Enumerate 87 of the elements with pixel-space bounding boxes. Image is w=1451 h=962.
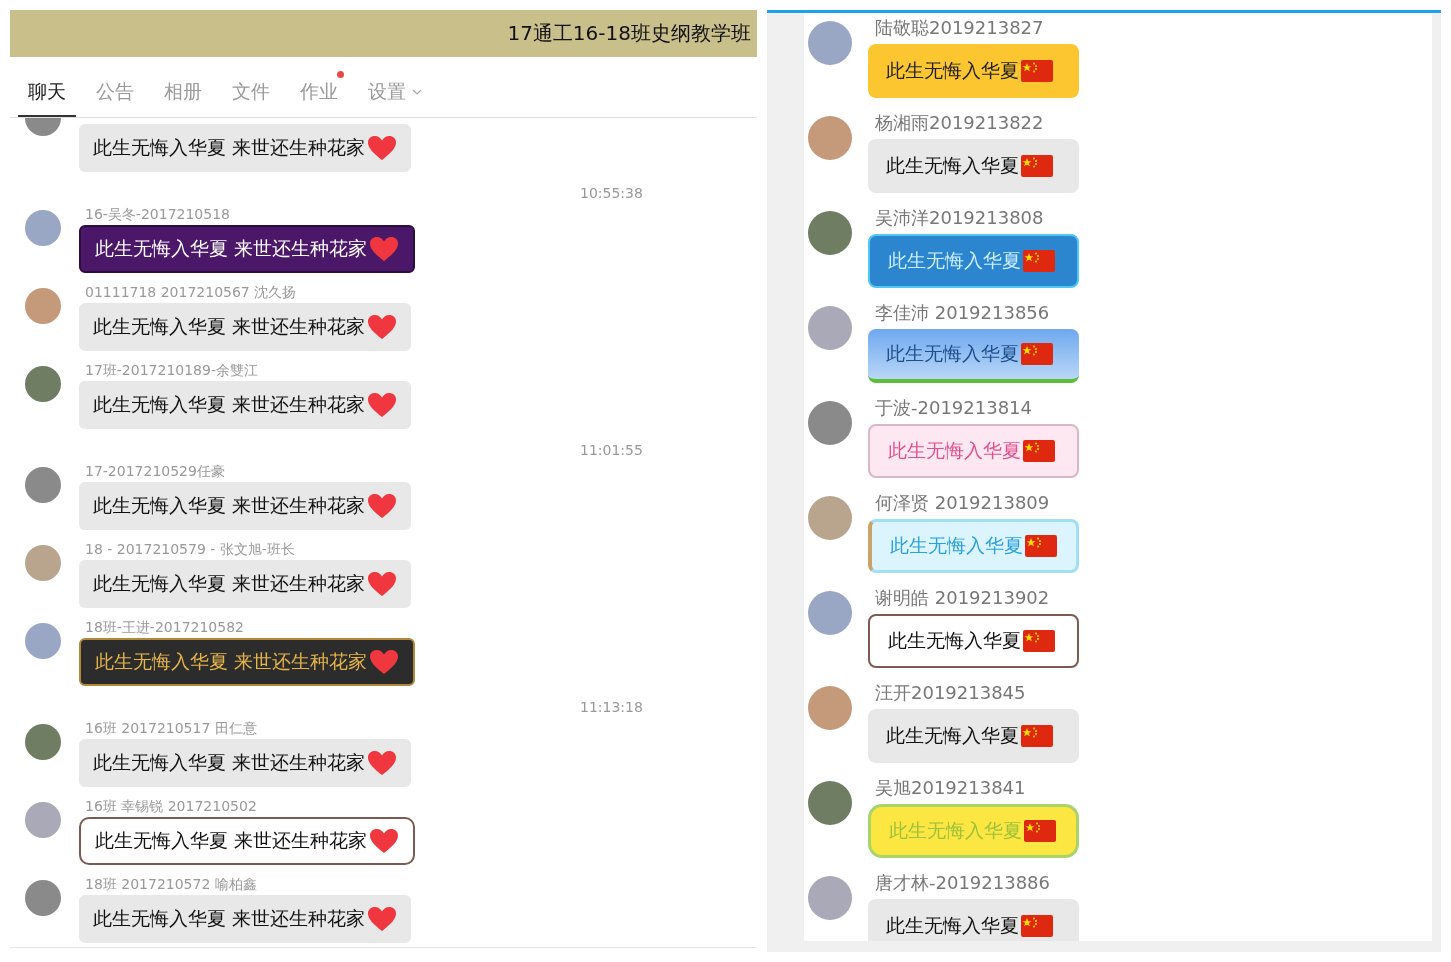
flag-icon — [1021, 915, 1053, 937]
avatar-placeholder — [25, 288, 61, 324]
avatar-placeholder — [25, 210, 61, 246]
tab[interactable]: 作业 — [290, 79, 348, 117]
avatar-placeholder — [25, 802, 61, 838]
sender-name: 01111718 2017210567 沈久扬 — [84, 284, 298, 300]
tab[interactable]: 设置 — [358, 79, 432, 117]
flag-icon — [1024, 820, 1056, 842]
message-text: 此生无悔入华夏 — [890, 533, 1023, 558]
message-text: 此生无悔入华夏 — [888, 628, 1021, 653]
avatar-placeholder — [808, 496, 852, 540]
heart-icon — [367, 314, 398, 340]
sender-name: 何泽贤 2019213809 — [874, 492, 1051, 514]
avatar-placeholder — [25, 545, 61, 581]
avatar-placeholder — [25, 366, 61, 402]
tab[interactable]: 公告 — [86, 79, 144, 117]
message-text: 此生无悔入华夏 — [889, 818, 1022, 843]
sender-name: 杨湘雨2019213822 — [874, 112, 1045, 134]
message-text: 此生无悔入华夏 — [886, 341, 1019, 366]
message-text: 此生无悔入华夏 — [886, 723, 1019, 748]
heart-icon — [367, 135, 398, 161]
message-text: 此生无悔入华夏 来世还生种花家 — [93, 135, 366, 160]
flag-icon — [1021, 725, 1053, 747]
sender-name: 谢明皓 2019213902 — [874, 587, 1051, 609]
message-text: 此生无悔入华夏 来世还生种花家 — [93, 314, 366, 339]
sender-name: 18 - 2017210579 - 张文旭-班长 — [84, 541, 296, 557]
avatar-placeholder — [808, 591, 852, 635]
sender-name: 18班-王进-2017210582 — [84, 619, 245, 635]
flag-icon — [1023, 630, 1055, 652]
message-text: 此生无悔入华夏 来世还生种花家 — [93, 750, 366, 775]
sender-name: 吴旭2019213841 — [874, 777, 1027, 799]
heart-icon — [367, 750, 398, 776]
sender-name: 汪开2019213845 — [874, 682, 1027, 704]
avatar-placeholder — [808, 21, 852, 65]
avatar-placeholder — [808, 781, 852, 825]
sender-name: 16班 2017210517 田仁意 — [84, 720, 258, 736]
sender-name: 吴沛洋2019213808 — [874, 207, 1045, 229]
message-text: 此生无悔入华夏 来世还生种花家 — [93, 906, 366, 931]
sender-name: 唐才林-2019213886 — [874, 872, 1052, 894]
avatar-placeholder — [808, 401, 852, 445]
heart-icon — [367, 493, 398, 519]
tab[interactable]: 相册 — [154, 79, 212, 117]
heart-icon — [367, 392, 398, 418]
flag-icon — [1021, 155, 1053, 177]
tab[interactable]: 文件 — [222, 79, 280, 117]
sender-name: 16-吴冬-2017210518 — [84, 206, 231, 222]
sender-name: 于波-2019213814 — [874, 397, 1034, 419]
message-text: 此生无悔入华夏 来世还生种花家 — [95, 649, 368, 674]
avatar-placeholder — [25, 623, 61, 659]
avatar-placeholder — [808, 116, 852, 160]
avatar-placeholder — [808, 211, 852, 255]
message-text: 此生无悔入华夏 — [886, 153, 1019, 178]
flag-icon — [1021, 60, 1053, 82]
timestamp: 11:01:55 — [579, 441, 644, 460]
avatar-placeholder — [25, 467, 61, 503]
heart-icon — [367, 571, 398, 597]
avatar-placeholder — [808, 876, 852, 920]
flag-icon — [1023, 440, 1055, 462]
avatar-placeholder — [808, 686, 852, 730]
message-text: 此生无悔入华夏 来世还生种花家 — [95, 236, 368, 261]
avatar-placeholder — [808, 306, 852, 350]
flag-icon — [1021, 343, 1053, 365]
heart-icon — [369, 236, 400, 262]
sender-name: 陆敬聪2019213827 — [874, 17, 1045, 39]
message-text: 此生无悔入华夏 — [886, 913, 1019, 938]
sender-name: 17班-2017210189-余雙江 — [84, 362, 259, 378]
avatar-placeholder — [25, 724, 61, 760]
message-text: 此生无悔入华夏 来世还生种花家 — [93, 392, 366, 417]
timestamp: 11:13:18 — [579, 698, 644, 717]
message-text: 此生无悔入华夏 — [888, 248, 1021, 273]
heart-icon — [369, 649, 400, 675]
group-title: 17通工16-18班史纲教学班 — [507, 20, 751, 47]
sender-name: 17-2017210529任豪 — [84, 463, 226, 479]
message-text: 此生无悔入华夏 来世还生种花家 — [93, 493, 366, 518]
timestamp: 10:55:38 — [579, 184, 644, 203]
sender-name: 18班 2017210572 喻柏鑫 — [84, 876, 258, 892]
sender-name: 16班 幸锡锐 2017210502 — [84, 798, 258, 814]
flag-icon — [1025, 535, 1057, 557]
message-text: 此生无悔入华夏 — [888, 438, 1021, 463]
message-text: 此生无悔入华夏 — [886, 58, 1019, 83]
heart-icon — [369, 828, 400, 854]
avatar-placeholder — [25, 880, 61, 916]
flag-icon — [1023, 250, 1055, 272]
heart-icon — [367, 906, 398, 932]
message-text: 此生无悔入华夏 来世还生种花家 — [95, 828, 368, 853]
sender-name: 李佳沛 2019213856 — [874, 302, 1051, 324]
message-text: 此生无悔入华夏 来世还生种花家 — [93, 571, 366, 596]
